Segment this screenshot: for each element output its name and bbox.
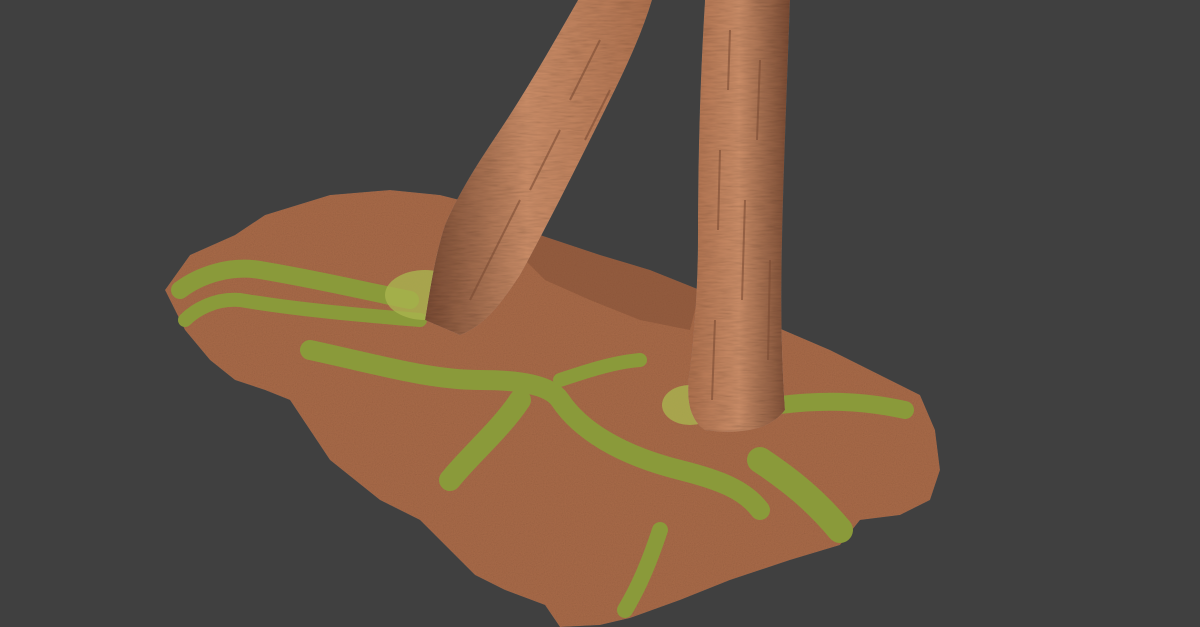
mossy-root <box>771 392 914 419</box>
scene-render <box>0 0 1200 627</box>
upright-tree-trunk <box>688 0 790 432</box>
3d-viewport[interactable] <box>0 0 1200 627</box>
